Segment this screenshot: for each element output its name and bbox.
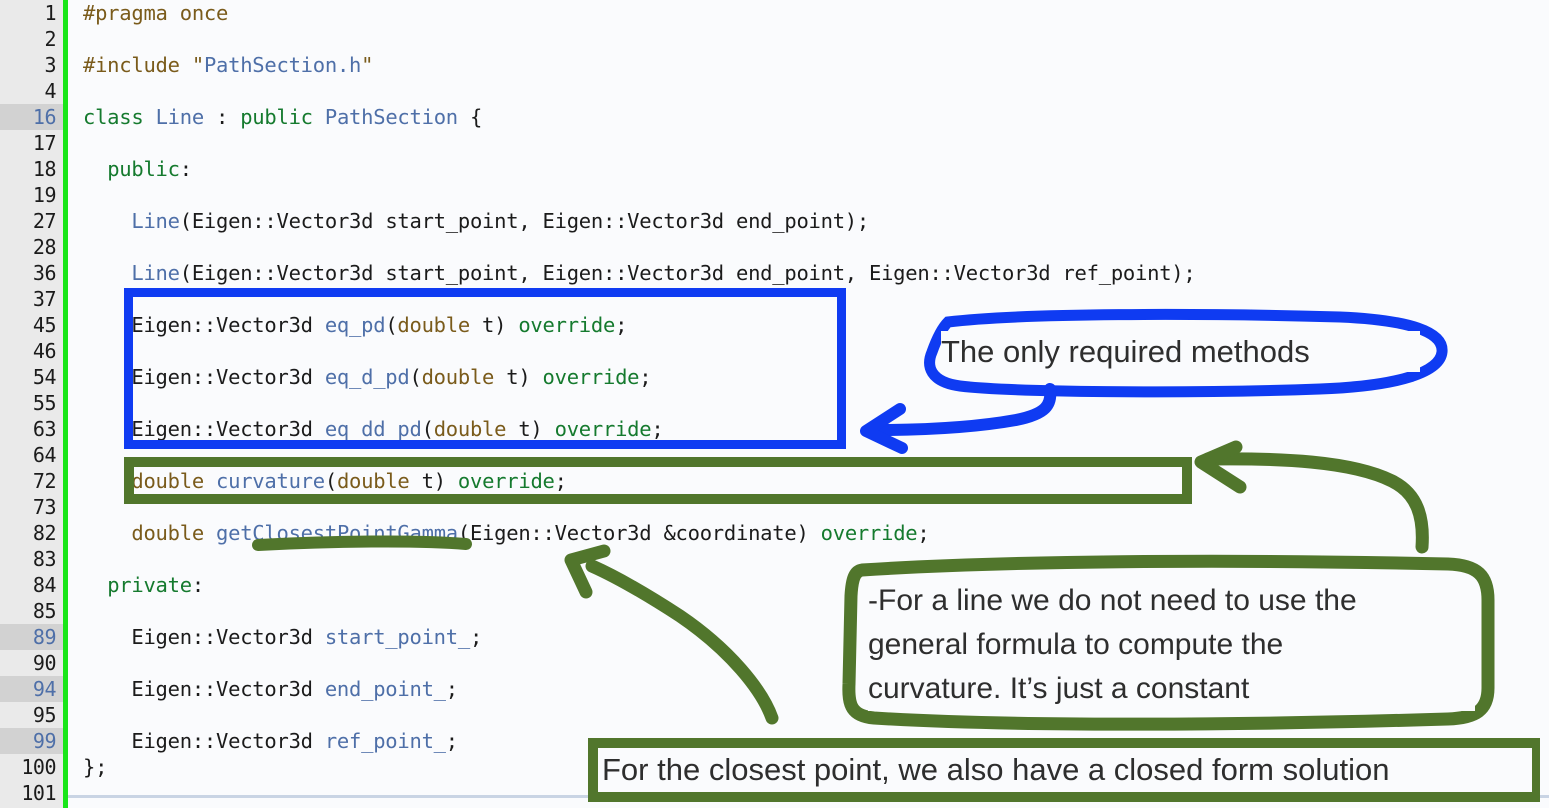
green-arrow-shaft-closestpoint-icon	[585, 559, 779, 725]
green-arrow-shaft-curvature-icon	[1201, 452, 1429, 554]
screenshot-root: 1 2 3 4 16 17 18 19 27 28 36 37 45 46 54 55 63 64 72 73 82 83…	[0, 0, 1549, 808]
annotation-overlay: The only required methods -For a line we…	[0, 0, 1549, 808]
green-annotation-note: -For a line we do not need to use the gen…	[868, 579, 1475, 711]
green-annotation-note-line: -For a line we do not need to use the	[868, 584, 1357, 617]
green-annotation-note-line: curvature. It’s just a constant	[868, 672, 1250, 705]
green-annotation-note-line: general formula to compute the	[868, 628, 1284, 661]
green-arrow-head-curvature-icon	[1194, 440, 1247, 494]
green-bottom-annotation-label: For the closest point, we also have a cl…	[602, 748, 1532, 792]
green-underline-getclosestpointgamma-icon	[252, 535, 472, 551]
